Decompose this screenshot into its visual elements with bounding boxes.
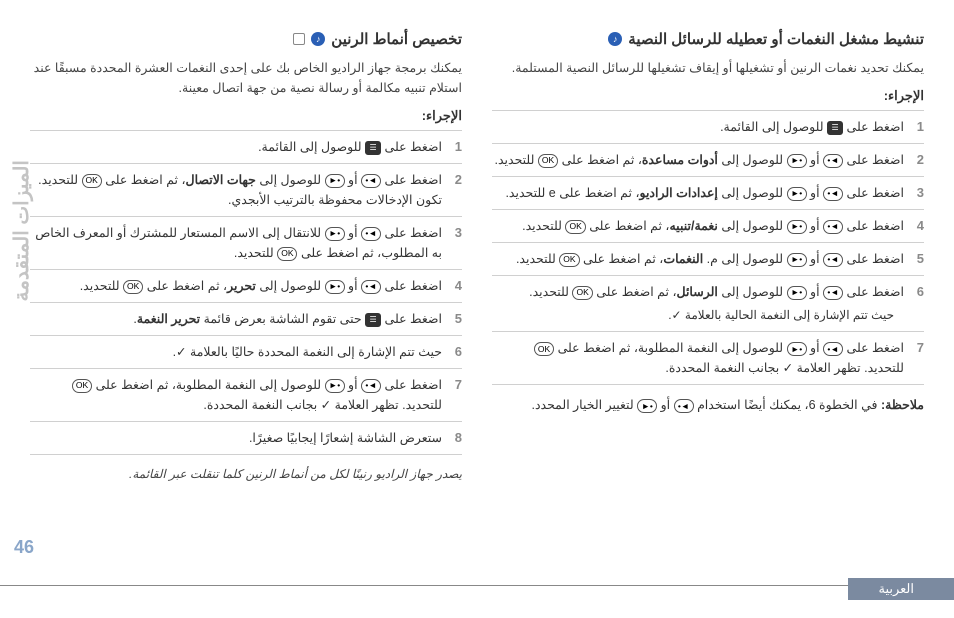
left-key-icon: ◄• — [361, 379, 381, 393]
ok-key-icon: OK — [572, 286, 592, 300]
left-key-icon: ◄• — [361, 280, 381, 294]
right-key-icon: •► — [325, 379, 345, 393]
footer-rule — [0, 585, 954, 586]
right-key-icon: •► — [787, 342, 807, 356]
left-key-icon: ◄• — [823, 342, 843, 356]
steps-list-left: اضغط على ☰ للوصول إلى القائمة.اضغط على ◄… — [30, 130, 462, 455]
checkbox-icon — [293, 33, 305, 45]
step-item: اضغط على ◄• أو •► للوصول إلى م. النغمات،… — [492, 243, 924, 276]
left-column: تخصيص أنماط الرنين ♪ يمكنك برمجة جهاز ال… — [30, 30, 462, 484]
left-key-icon: ◄• — [823, 220, 843, 234]
menu-key-icon: ☰ — [827, 121, 843, 135]
left-key-icon: ◄• — [361, 227, 381, 241]
section-title-ring-patterns: تخصيص أنماط الرنين ♪ — [30, 30, 462, 48]
ok-key-icon: OK — [82, 174, 102, 188]
step-item: اضغط على ◄• أو •► للوصول إلى إعدادات الر… — [492, 177, 924, 210]
right-key-icon: •► — [787, 187, 807, 201]
note-text: في الخطوة 6، يمكنك أيضًا استخدام ◄• أو •… — [532, 398, 878, 412]
menu-key-icon: ☰ — [365, 313, 381, 327]
step-item: اضغط على ◄• أو •► للوصول إلى الرسائل، ثم… — [492, 276, 924, 332]
right-key-icon: •► — [787, 220, 807, 234]
step-item: اضغط على ◄• أو •► للانتقال إلى الاسم الم… — [30, 217, 462, 270]
left-key-icon: ◄• — [823, 253, 843, 267]
note: ملاحظة: في الخطوة 6، يمكنك أيضًا استخدام… — [492, 395, 924, 415]
left-key-icon: ◄• — [823, 154, 843, 168]
step-item: اضغط على ◄• أو •► للوصول إلى أدوات مساعد… — [492, 144, 924, 177]
intro-text: يمكنك تحديد نغمات الرنين أو تشغيلها أو إ… — [492, 58, 924, 78]
footnote: يصدر جهاز الراديو رنينًا لكل من أنماط ال… — [30, 465, 462, 484]
right-key-icon: •► — [787, 253, 807, 267]
ok-key-icon: OK — [123, 280, 143, 294]
ok-key-icon: OK — [565, 220, 585, 234]
ok-key-icon: OK — [277, 247, 297, 261]
left-key-icon: ◄• — [361, 174, 381, 188]
step-item: اضغط على ◄• أو •► للوصول إلى نغمة/تنبيه،… — [492, 210, 924, 243]
step-item: اضغط على ☰ حتى تقوم الشاشة بعرض قائمة تح… — [30, 303, 462, 336]
ok-key-icon: OK — [534, 342, 554, 356]
step-sub: حيث تتم الإشارة إلى النغمة الحالية بالعل… — [492, 306, 904, 325]
section-title-tones-toggle: تنشيط مشغل النغمات أو تعطيله للرسائل الن… — [492, 30, 924, 48]
right-key-icon: •► — [325, 174, 345, 188]
right-key-icon: •► — [637, 399, 657, 413]
note-label: ملاحظة: — [881, 398, 924, 412]
menu-key-icon: ☰ — [365, 141, 381, 155]
intro-text: يمكنك برمجة جهاز الراديو الخاص بك على إح… — [30, 58, 462, 98]
step-item: حيث تتم الإشارة إلى النغمة المحددة حاليً… — [30, 336, 462, 369]
ok-key-icon: OK — [72, 379, 92, 393]
speaker-icon: ♪ — [311, 32, 325, 46]
right-key-icon: •► — [325, 280, 345, 294]
right-column: تنشيط مشغل النغمات أو تعطيله للرسائل الن… — [492, 30, 924, 484]
procedure-label: الإجراء: — [492, 88, 924, 104]
step-item: اضغط على ◄• أو •► للوصول إلى النغمة المط… — [30, 369, 462, 422]
procedure-label: الإجراء: — [30, 108, 462, 124]
step-item: اضغط على ◄• أو •► للوصول إلى النغمة المط… — [492, 332, 924, 385]
ok-key-icon: OK — [559, 253, 579, 267]
step-item: اضغط على ◄• أو •► للوصول إلى جهات الاتصا… — [30, 164, 462, 217]
speaker-icon: ♪ — [608, 32, 622, 46]
right-key-icon: •► — [787, 154, 807, 168]
left-key-icon: ◄• — [823, 187, 843, 201]
left-key-icon: ◄• — [674, 399, 694, 413]
section-title-text: تخصيص أنماط الرنين — [331, 30, 462, 48]
right-key-icon: •► — [787, 286, 807, 300]
page-number: 46 — [14, 537, 34, 558]
side-chapter-label: الميزات المتقدمة — [10, 160, 34, 302]
ok-key-icon: OK — [538, 154, 558, 168]
right-key-icon: •► — [325, 227, 345, 241]
step-item: اضغط على ◄• أو •► للوصول إلى تحرير، ثم ا… — [30, 270, 462, 303]
step-item: اضغط على ☰ للوصول إلى القائمة. — [492, 111, 924, 144]
steps-list-right: اضغط على ☰ للوصول إلى القائمة.اضغط على ◄… — [492, 110, 924, 385]
step-item: ستعرض الشاشة إشعارًا إيجابيًا صغيرًا. — [30, 422, 462, 455]
section-title-text: تنشيط مشغل النغمات أو تعطيله للرسائل الن… — [628, 30, 924, 48]
step-item: اضغط على ☰ للوصول إلى القائمة. — [30, 131, 462, 164]
language-tab: العربية — [848, 578, 954, 600]
left-key-icon: ◄• — [823, 286, 843, 300]
